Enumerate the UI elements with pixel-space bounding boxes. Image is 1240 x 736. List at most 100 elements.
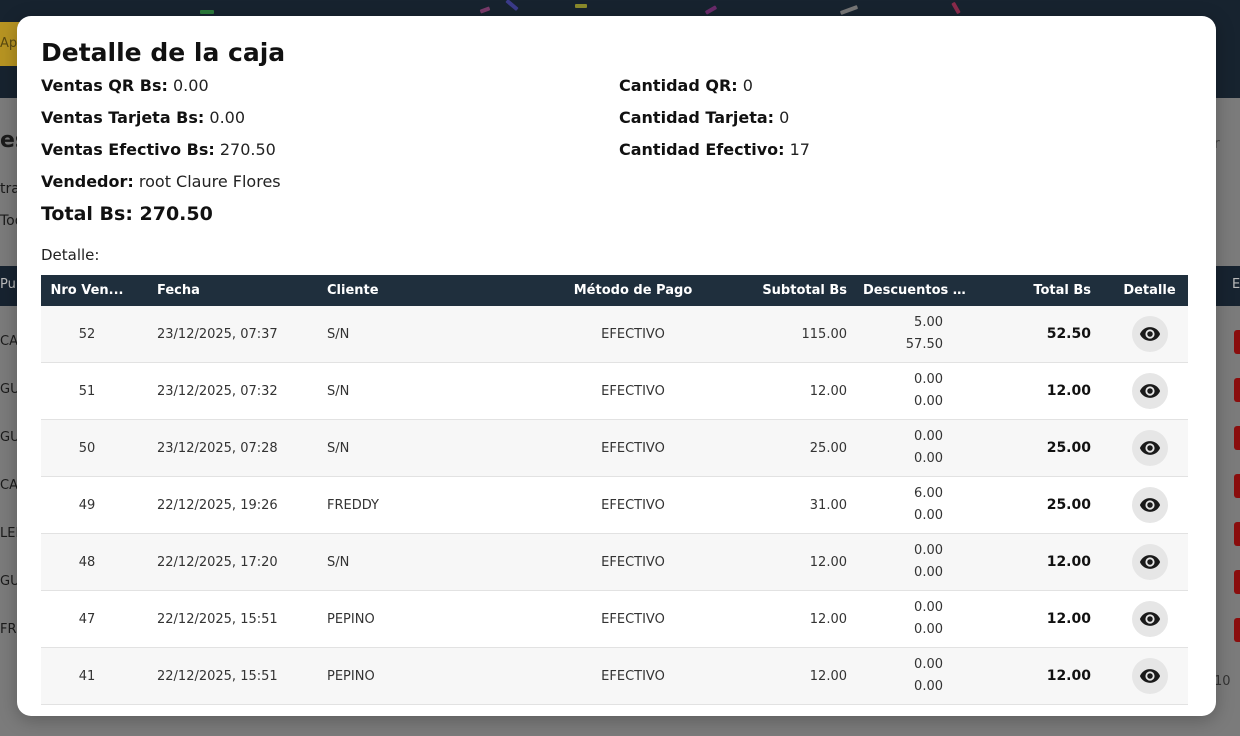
cell-metodo: EFECTIVO xyxy=(533,647,733,705)
discount-value-secondary: 0.00 xyxy=(914,565,943,580)
stat-label: Ventas Efectivo Bs: xyxy=(41,140,215,159)
background-pagination: 10 xyxy=(1214,674,1231,689)
cell-metodo: EFECTIVO xyxy=(533,362,733,420)
cell-total: 25.00 xyxy=(975,419,1111,477)
stat-label: Cantidad Tarjeta: xyxy=(619,108,775,127)
view-detail-button[interactable] xyxy=(1131,487,1168,523)
discount-value-secondary: 0.00 xyxy=(914,679,943,694)
stat-label: Ventas Tarjeta Bs: xyxy=(41,108,205,127)
cell-total: 52.50 xyxy=(975,306,1111,363)
stat-value: root Claure Flores xyxy=(138,172,281,191)
stat-label: Cantidad QR: xyxy=(619,76,738,95)
cell-fecha: 23/12/2025, 07:32 xyxy=(133,362,303,420)
cell-fecha: 22/12/2025, 19:26 xyxy=(133,476,303,534)
cell-descuentos: 0.00 0.00 xyxy=(855,362,975,420)
stat-value: 270.50 xyxy=(219,140,276,159)
eye-icon xyxy=(1139,441,1160,455)
cell-cliente: S/N xyxy=(303,533,533,591)
cell-fecha: 22/12/2025, 15:51 xyxy=(133,647,303,705)
view-detail-button[interactable] xyxy=(1131,373,1168,409)
cell-detalle xyxy=(1111,476,1188,534)
eye-icon xyxy=(1139,555,1160,569)
cell-fecha: 22/12/2025, 15:51 xyxy=(133,590,303,648)
stat-cash-count: Cantidad Efectivo: 17 xyxy=(619,140,810,159)
discount-value-secondary: 0.00 xyxy=(914,508,943,523)
confetti-decoration xyxy=(200,10,214,14)
cell-subtotal: 12.00 xyxy=(733,533,855,591)
stat-qr-sales: Ventas QR Bs: 0.00 xyxy=(41,76,209,95)
cell-fecha: 23/12/2025, 07:28 xyxy=(133,419,303,477)
confetti-decoration xyxy=(575,4,587,8)
cell-metodo: EFECTIVO xyxy=(533,306,733,363)
column-header-descuentos[interactable]: Descuentos Bs xyxy=(855,275,975,306)
discount-value: 5.00 xyxy=(914,315,943,330)
cell-descuentos: 6.00 0.00 xyxy=(855,476,975,534)
background-action-button xyxy=(1234,570,1240,594)
cell-fecha: 23/12/2025, 07:37 xyxy=(133,306,303,363)
stat-value: 17 xyxy=(789,140,810,159)
column-header-metodo[interactable]: Método de Pago xyxy=(533,275,733,306)
view-detail-button[interactable] xyxy=(1131,316,1168,352)
cell-descuentos: 0.00 0.00 xyxy=(855,419,975,477)
cell-nro: 41 xyxy=(41,647,133,705)
stat-value: 0.00 xyxy=(209,108,246,127)
cell-subtotal: 31.00 xyxy=(733,476,855,534)
cell-total: 12.00 xyxy=(975,362,1111,420)
confetti-decoration xyxy=(505,0,519,12)
column-header-nro[interactable]: Nro Ven... xyxy=(41,275,133,306)
cell-total: 25.00 xyxy=(975,476,1111,534)
cell-total: 12.00 xyxy=(975,647,1111,705)
discount-value-secondary: 57.50 xyxy=(905,337,943,352)
stat-seller: Vendedor: root Claure Flores xyxy=(41,172,281,191)
column-header-subtotal[interactable]: Subtotal Bs xyxy=(733,275,855,306)
cell-nro: 52 xyxy=(41,306,133,363)
eye-icon xyxy=(1139,669,1160,683)
table-row: 48 22/12/2025, 17:20 S/N EFECTIVO 12.00 … xyxy=(41,533,1188,591)
cell-metodo: EFECTIVO xyxy=(533,533,733,591)
cell-nro: 50 xyxy=(41,419,133,477)
view-detail-button[interactable] xyxy=(1131,658,1168,694)
confetti-decoration xyxy=(704,5,718,15)
cell-subtotal: 12.00 xyxy=(733,362,855,420)
discount-value: 6.00 xyxy=(914,486,943,501)
cell-cliente: S/N xyxy=(303,362,533,420)
table-row: 47 22/12/2025, 15:51 PEPINO EFECTIVO 12.… xyxy=(41,590,1188,648)
discount-value-secondary: 0.00 xyxy=(914,622,943,637)
cell-descuentos: 0.00 0.00 xyxy=(855,647,975,705)
cell-cliente: FREDDY xyxy=(303,476,533,534)
cell-detalle xyxy=(1111,306,1188,363)
column-header-cliente[interactable]: Cliente xyxy=(303,275,533,306)
cell-total: 12.00 xyxy=(975,533,1111,591)
cell-detalle xyxy=(1111,362,1188,420)
stat-value: 0.00 xyxy=(173,76,209,95)
stat-card-sales: Ventas Tarjeta Bs: 0.00 xyxy=(41,108,245,127)
detail-section-label: Detalle: xyxy=(41,246,100,264)
cell-metodo: EFECTIVO xyxy=(533,476,733,534)
discount-value: 0.00 xyxy=(914,657,943,672)
cell-metodo: EFECTIVO xyxy=(533,419,733,477)
cell-subtotal: 25.00 xyxy=(733,419,855,477)
cell-cliente: PEPINO xyxy=(303,647,533,705)
column-header-fecha[interactable]: Fecha xyxy=(133,275,303,306)
cell-subtotal: 115.00 xyxy=(733,306,855,363)
background-row-fragment: CA xyxy=(0,478,18,493)
column-header-total[interactable]: Total Bs xyxy=(975,275,1111,306)
cell-detalle xyxy=(1111,533,1188,591)
view-detail-button[interactable] xyxy=(1131,601,1168,637)
cell-detalle xyxy=(1111,590,1188,648)
view-detail-button[interactable] xyxy=(1131,544,1168,580)
cell-nro: 48 xyxy=(41,533,133,591)
eye-icon xyxy=(1139,384,1160,398)
cell-cliente: S/N xyxy=(303,306,533,363)
stat-qr-count: Cantidad QR: 0 xyxy=(619,76,753,95)
cell-cliente: S/N xyxy=(303,419,533,477)
eye-icon xyxy=(1139,327,1160,341)
cell-total: 12.00 xyxy=(975,590,1111,648)
background-row-fragment: CA xyxy=(0,334,18,349)
cell-subtotal: 12.00 xyxy=(733,590,855,648)
background-action-button xyxy=(1234,426,1240,450)
sales-table-container[interactable]: Nro Ven... Fecha Cliente Método de Pago … xyxy=(41,275,1188,705)
background-action-button xyxy=(1234,378,1240,402)
view-detail-button[interactable] xyxy=(1131,430,1168,466)
sales-table: Nro Ven... Fecha Cliente Método de Pago … xyxy=(41,275,1188,705)
